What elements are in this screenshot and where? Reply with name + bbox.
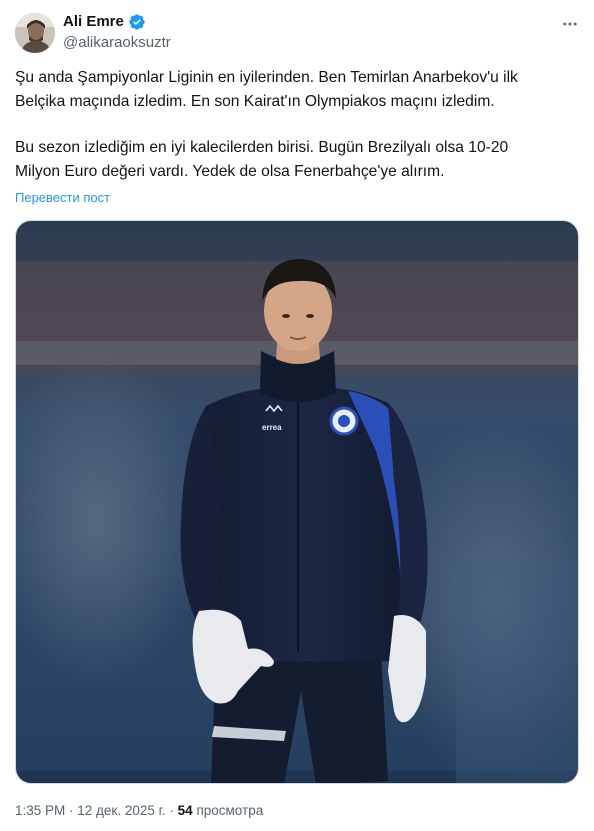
views-count: 54 bbox=[177, 803, 193, 818]
views-label: просмотра bbox=[192, 803, 264, 818]
name-row: Ali Emre bbox=[63, 12, 146, 32]
tweet-meta: 1:35 PM · 12 дек. 2025 г. · 54 просмотра bbox=[15, 802, 263, 820]
tweet-text: Şu anda Şampiyonlar Liginin en iyilerind… bbox=[15, 66, 581, 184]
translate-post-link[interactable]: Перевести пост bbox=[15, 190, 110, 206]
tweet-time[interactable]: 1:35 PM bbox=[15, 803, 65, 818]
avatar[interactable] bbox=[15, 13, 55, 53]
jersey-logo: errea bbox=[262, 423, 282, 432]
meta-separator: · bbox=[65, 803, 78, 818]
tweet-text-line: Bu sezon izlediğim en iyi kalecilerden b… bbox=[15, 139, 509, 156]
verified-badge-icon bbox=[128, 13, 146, 31]
author-handle[interactable]: @alikaraoksuztr bbox=[63, 33, 171, 53]
tweet-photo[interactable]: errea bbox=[15, 220, 579, 784]
tweet-date[interactable]: 12 дек. 2025 г. bbox=[77, 803, 165, 818]
tweet-text-line: Milyon Euro değeri vardı. Yedek de olsa … bbox=[15, 163, 445, 180]
tweet-header: Ali Emre @alikaraoksuztr bbox=[15, 11, 581, 55]
tweet-text-line: Belçika maçında izledim. En son Kairat'ı… bbox=[15, 93, 495, 110]
meta-separator: · bbox=[165, 803, 178, 818]
display-name[interactable]: Ali Emre bbox=[63, 12, 124, 32]
more-options-icon[interactable] bbox=[559, 13, 581, 35]
tweet-text-line: Şu anda Şampiyonlar Liginin en iyilerind… bbox=[15, 69, 518, 86]
